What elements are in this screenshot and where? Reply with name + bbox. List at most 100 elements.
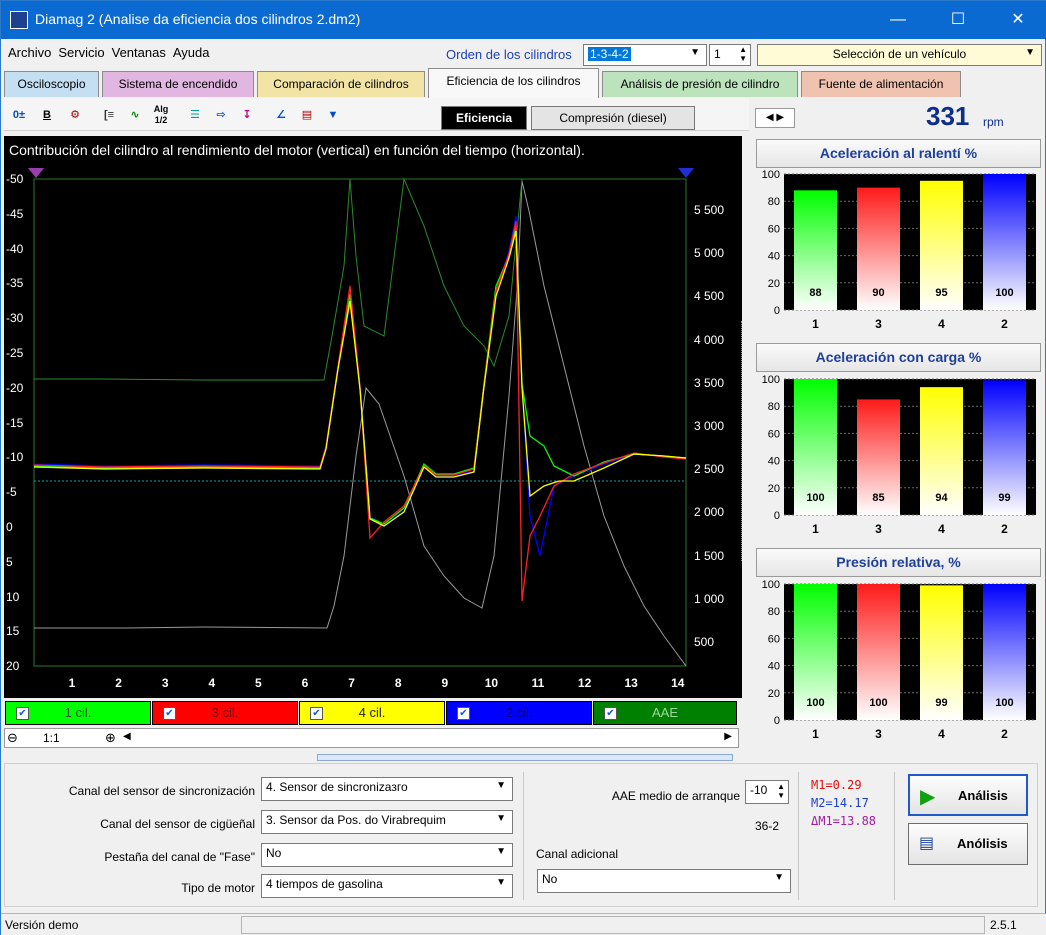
car-chart-icon: ▤ <box>919 835 935 852</box>
scope-right-tick: 5 500 <box>694 203 725 217</box>
scope-x-tick: 3 <box>161 676 169 690</box>
tab-comparacion-cilindros[interactable]: Comparación de cilindros <box>257 71 425 97</box>
scale-icon[interactable]: [≡ <box>98 104 120 126</box>
status-version: 2.5.1 <box>990 918 1017 932</box>
menu-archivo[interactable]: Archivo <box>8 45 51 60</box>
category-label: 2 <box>1001 317 1008 331</box>
numbering-icon[interactable]: ⇨ <box>210 104 232 126</box>
subtab-compresion[interactable]: Compresión (diesel) <box>531 106 695 130</box>
filter-icon[interactable]: ☰ <box>184 104 206 126</box>
bold-icon[interactable]: B <box>36 104 58 126</box>
scroll-left-icon[interactable]: ◀ <box>123 731 131 742</box>
curve-icon[interactable]: ∿ <box>124 104 146 126</box>
zoom-scrollbar[interactable]: ⊖ 1:1 ⊕ ◀ ▶ <box>4 728 739 748</box>
y-tick-label: 60 <box>768 633 780 645</box>
legend-cil-4[interactable]: ✔ 4 cil. <box>299 701 445 725</box>
analysis-report-label: Anólisis <box>957 836 1008 851</box>
delta-m1-value: ΔM1=13.88 <box>811 814 877 828</box>
algorithm-icon[interactable]: Alg 1/2 <box>150 104 172 126</box>
vertical-splitter[interactable] <box>741 321 749 561</box>
tab-fuente-alimentacion[interactable]: Fuente de alimentación <box>801 71 961 97</box>
funnel-icon[interactable]: ▼ <box>322 104 344 126</box>
scope-x-tick: 13 <box>624 676 638 690</box>
teeth-value: 36-2 <box>755 819 780 833</box>
scope-x-tick: 1 <box>68 676 76 690</box>
bar-value-label: 90 <box>872 287 884 299</box>
splitter-handle[interactable] <box>317 754 733 761</box>
cylinder-order-select[interactable]: 1-3-4-2 ▼ <box>583 44 707 66</box>
rpm-value: 331 <box>926 101 970 131</box>
tab-eficiencia-cilindros[interactable]: Eficiencia de los cilindros <box>428 68 599 98</box>
chevron-down-icon: ▼ <box>496 813 506 824</box>
rpm-icon[interactable]: ⚙ <box>64 104 86 126</box>
category-label: 3 <box>875 727 882 741</box>
marker-icon[interactable]: ↧ <box>236 104 258 126</box>
scope-left-tick: -20 <box>6 380 24 395</box>
extra-channel-value: No <box>542 872 558 886</box>
divider <box>894 772 895 900</box>
scope-x-tick: 12 <box>577 676 592 690</box>
bar-value-label: 94 <box>935 492 948 504</box>
scope-left-tick: 15 <box>6 624 20 639</box>
bar-chart-ralenti: 0 20 40 60 80 100 88 1 90 3 95 4 100 2 <box>762 169 1036 331</box>
chevron-down-icon: ▼ <box>774 872 784 883</box>
scroll-right-icon[interactable]: ▶ <box>724 731 732 742</box>
tab-sistema-encendido[interactable]: Sistema de encendido <box>102 71 254 97</box>
order-spinner[interactable]: 1 ▲ ▼ <box>709 44 751 66</box>
analysis-button[interactable]: ▶ Análisis <box>908 774 1028 816</box>
menu-servicio[interactable]: Servicio <box>58 45 104 60</box>
extra-channel-select[interactable]: No ▼ <box>537 869 791 893</box>
zoom-out-icon[interactable]: ⊖ <box>7 730 18 746</box>
bar-value-label: 100 <box>806 697 824 709</box>
aae-start-spinner[interactable]: -10 ▲ ▼ <box>745 780 789 804</box>
scope-right-tick: 2 000 <box>694 505 725 520</box>
legend-cil-1[interactable]: ✔ 1 cil. <box>5 701 151 725</box>
subtab-eficiencia[interactable]: Eficiencia <box>441 106 527 130</box>
zoom-vertical-icon[interactable]: 0± <box>8 104 30 126</box>
sync-channel-select[interactable]: 4. Sensor de sincronizaзго ▼ <box>261 777 513 801</box>
maximize-button[interactable]: ☐ <box>935 1 981 39</box>
tab-analisis-presion[interactable]: Análisis de presión de cilindro <box>602 71 798 97</box>
motor-type-select[interactable]: 4 tiempos de gasolina ▼ <box>261 874 513 898</box>
tab-osciloscopio[interactable]: Osciloscopio <box>4 71 99 97</box>
vehicle-select[interactable]: Selección de un vehículo ▼ <box>757 44 1042 66</box>
y-tick-label: 80 <box>768 196 780 208</box>
crank-channel-select[interactable]: 3. Sensor da Pos. do Virabrequim ▼ <box>261 810 513 834</box>
legend-label: 3 cil. <box>211 705 239 720</box>
chevron-down-icon: ▼ <box>496 846 506 857</box>
m1-value: M1=0.29 <box>811 778 862 792</box>
cylinder-order-value: 1-3-4-2 <box>588 47 631 61</box>
spinner-arrows-icon: ▲ ▼ <box>739 45 747 63</box>
sync-channel-value: 4. Sensor de sincronizaзго <box>266 780 408 794</box>
scope-svg <box>28 168 694 667</box>
bar-value-label: 100 <box>995 287 1013 299</box>
legend-cil-3[interactable]: ✔ 3 cil. <box>152 701 298 725</box>
scroll-arrows[interactable]: ◀ ▶ <box>755 108 795 128</box>
chevron-down-icon: ▼ <box>496 780 506 791</box>
y-tick-label: 40 <box>768 661 780 673</box>
order-spinner-value: 1 <box>714 47 721 61</box>
legend-cil-2[interactable]: ✔ 2 cil. <box>446 701 592 725</box>
menu-ventanas[interactable]: Ventanas <box>112 45 166 60</box>
close-button[interactable]: ✕ <box>995 1 1041 39</box>
category-label: 3 <box>875 317 882 331</box>
y-tick-label: 20 <box>768 483 780 495</box>
scope-left-tick: -15 <box>6 415 24 430</box>
minimize-button[interactable]: — <box>875 1 921 39</box>
panel-title-presion: Presión relativa, % <box>756 548 1041 577</box>
scope-x-tick: 7 <box>348 676 355 690</box>
menu-ayuda[interactable]: Ayuda <box>173 45 210 60</box>
phase-tab-select[interactable]: No ▼ <box>261 843 513 867</box>
sync-channel-label: Canal del sensor de sincronización <box>68 784 255 798</box>
oscilloscope-graph[interactable]: Contribución del cilindro al rendimiento… <box>4 136 742 698</box>
y-tick-label: 20 <box>768 278 780 290</box>
zoom-in-icon[interactable]: ⊕ <box>105 730 116 746</box>
histogram-icon[interactable]: ▤ <box>296 104 318 126</box>
analysis-report-button[interactable]: ▤ Anólisis <box>908 823 1028 865</box>
angle-icon[interactable]: ∠ <box>270 104 292 126</box>
legend-aae[interactable]: ✔ AAE <box>593 701 737 725</box>
scope-left-tick: -40 <box>6 241 24 256</box>
scope-left-tick: -25 <box>6 346 24 360</box>
motor-type-label: Tipo de motor <box>181 881 255 895</box>
scope-right-tick: 3 000 <box>694 419 725 433</box>
